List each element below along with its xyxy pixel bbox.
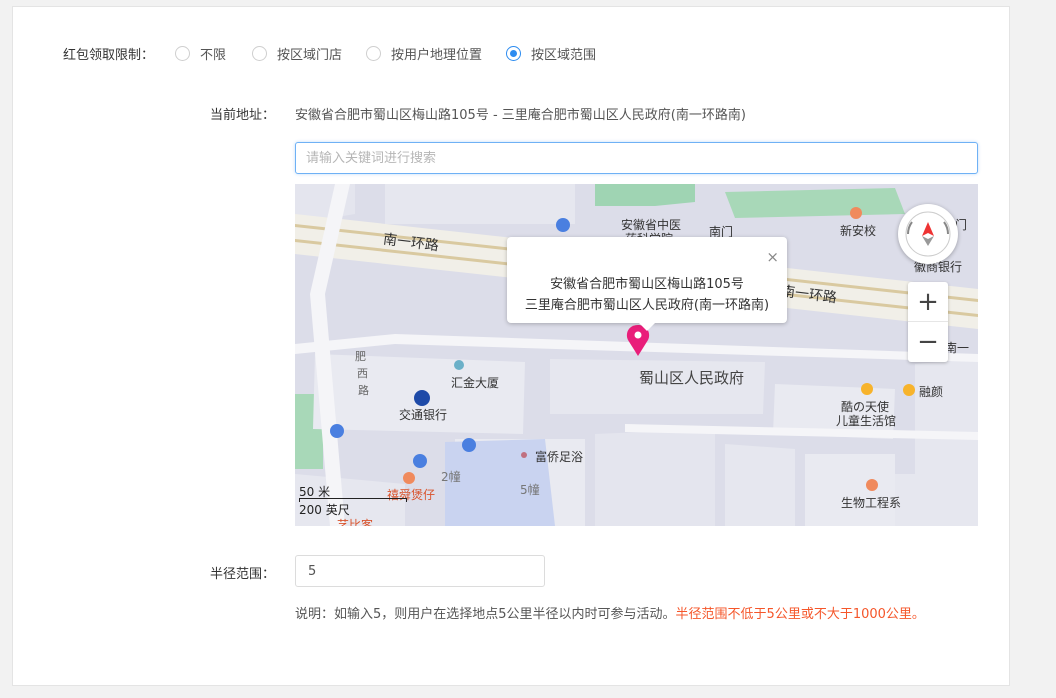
address-value: 安徽省合肥市蜀山区梅山路105号 - 三里庵合肥市蜀山区人民政府(南一环路南): [295, 108, 746, 123]
map-label: 肥: [355, 350, 366, 363]
radio-label: 按用户地理位置: [391, 48, 483, 63]
limit-radio-group: 不限 按区域门店 按用户地理位置 按区域范围: [175, 44, 620, 63]
radio-circle[interactable]: [366, 46, 382, 61]
radio-by-location[interactable]: 按用户地理位置: [366, 44, 482, 63]
map-label: 南一: [945, 341, 970, 355]
popup-close-icon[interactable]: ×: [766, 250, 779, 265]
note-text: 说明：如输入5，则用户在选择地点5公里半径以内时可参与活动。: [295, 607, 676, 622]
note-warning: 半径范围不低于5公里或不大于1000公里。: [675, 607, 925, 622]
map-label: 西: [357, 367, 368, 380]
zoom-out-button[interactable]: −: [908, 322, 948, 362]
map-label: 生物工程系: [841, 496, 902, 510]
radio-label: 按区域门店: [277, 48, 343, 63]
map-label: 融颜: [919, 385, 944, 399]
map-label: 交通银行: [399, 408, 448, 422]
map-view[interactable]: 南一环路 南一环路 南一 安徽省中医 药科学院 南门 新安校 门 徽商银行 蜀山…: [295, 184, 978, 526]
map-search-input[interactable]: [295, 142, 978, 174]
map-label: 路: [358, 384, 369, 397]
radio-label: 不限: [200, 48, 227, 63]
limit-label: 红包领取限制：: [63, 48, 155, 63]
map-label: 5幢: [520, 483, 540, 497]
radius-label: 半径范围：: [210, 567, 276, 582]
map-info-popup: × 安徽省合肥市蜀山区梅山路105号 三里庵合肥市蜀山区人民政府(南一环路南): [507, 237, 787, 331]
radio-unlimited[interactable]: 不限: [175, 44, 226, 63]
radius-note: 说明：如输入5，则用户在选择地点5公里半径以内时可参与活动。半径范围不低于5公里…: [295, 603, 925, 622]
zoom-in-button[interactable]: +: [908, 282, 948, 322]
map-scale: 50 米 200 英尺: [299, 484, 407, 518]
popup-address-line1: 安徽省合肥市蜀山区梅山路105号: [550, 277, 744, 292]
map-label: 汇金大厦: [451, 376, 500, 390]
map-label: 新安校: [840, 224, 877, 238]
map-label: 富侨足浴: [535, 450, 584, 464]
radio-label: 按区域范围: [531, 48, 597, 63]
radio-by-store[interactable]: 按区域门店: [252, 44, 342, 63]
radio-by-range[interactable]: 按区域范围: [506, 44, 596, 63]
zoom-control: + −: [908, 282, 948, 362]
address-label: 当前地址：: [210, 108, 276, 123]
compass-icon[interactable]: [898, 204, 958, 264]
map-label: 儿童生活馆: [836, 414, 897, 428]
radius-input[interactable]: [295, 555, 545, 587]
popup-address-line2: 三里庵合肥市蜀山区人民政府(南一环路南): [524, 298, 770, 313]
map-label: 蜀山区人民政府: [639, 369, 745, 387]
radio-circle[interactable]: [175, 46, 190, 61]
scale-imperial: 200 英尺: [299, 503, 350, 517]
map-label: 2幢: [441, 470, 461, 484]
radio-circle[interactable]: [252, 46, 268, 61]
radio-circle[interactable]: [506, 46, 522, 61]
